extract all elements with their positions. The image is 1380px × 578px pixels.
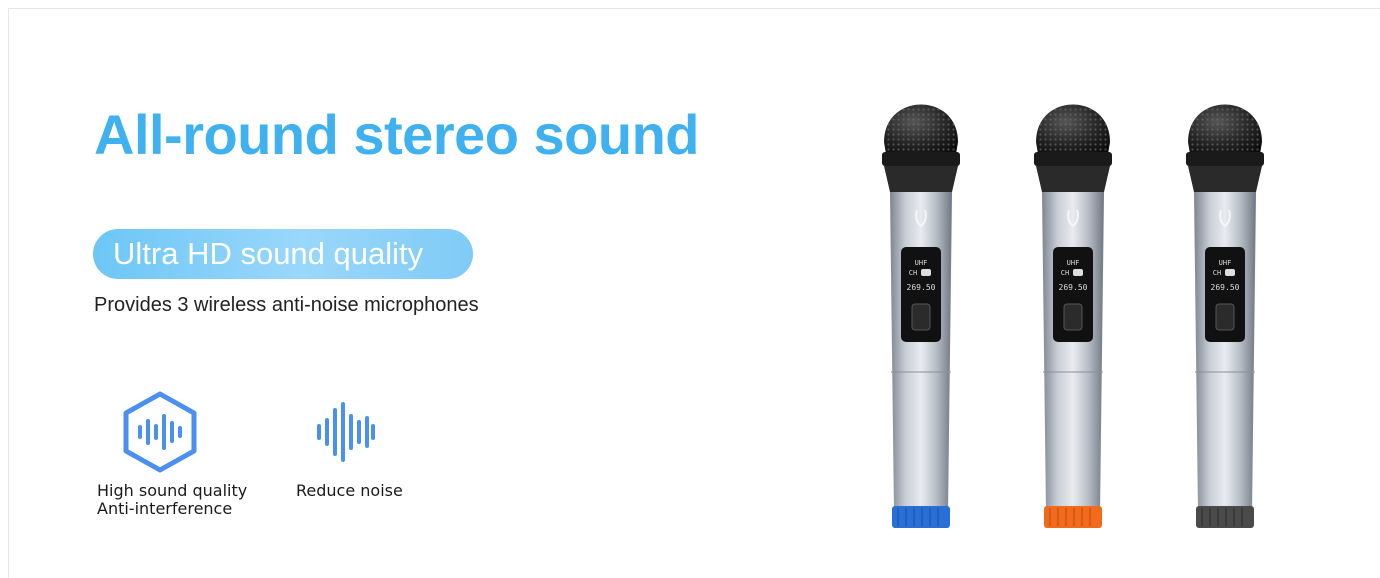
microphone-blue: UHF CH 269.50	[882, 104, 960, 528]
badge-pill: Ultra HD sound quality	[93, 229, 473, 279]
feature-label: High sound quality	[97, 481, 248, 500]
mic-display-band: UHF	[915, 259, 928, 267]
badge-label: Ultra HD sound quality	[113, 236, 424, 271]
headline: All-round stereo sound	[94, 103, 700, 166]
product-description: Provides 3 wireless anti-noise microphon…	[94, 294, 479, 316]
hexagon-soundwave-icon	[123, 391, 197, 473]
soundwave-icon	[317, 402, 375, 462]
mic-display-freq: 269.50	[907, 283, 936, 292]
mic-display-ch: CH	[909, 269, 917, 277]
microphone-orange: UHF CH 269.50	[1034, 104, 1112, 528]
mic-display-band: UHF	[1219, 259, 1232, 267]
mic-display-freq: 269.50	[1059, 283, 1088, 292]
microphone-gray: UHF CH 269.50	[1186, 104, 1264, 528]
mic-display-ch: CH	[1061, 269, 1069, 277]
feature-label: Anti-interference	[97, 499, 233, 518]
mic-display-freq: 269.50	[1211, 283, 1240, 292]
mic-display-ch: CH	[1213, 269, 1221, 277]
feature-label: Reduce noise	[296, 481, 403, 500]
microphones-product-image: UHF CH 269.50 UHF CH 269.50 UHF CH 269.5…	[882, 104, 1264, 528]
mic-display-band: UHF	[1067, 259, 1080, 267]
